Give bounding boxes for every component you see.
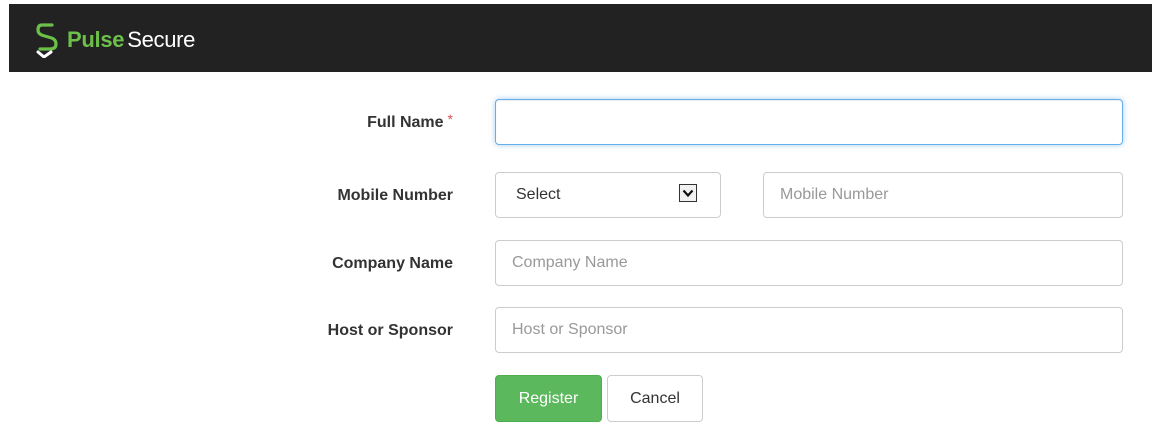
full-name-label: Full Name *: [367, 111, 453, 131]
brand-pulse-text: Pulse: [67, 27, 125, 52]
mobile-number-label: Mobile Number: [337, 187, 453, 204]
company-name-label: Company Name: [332, 255, 453, 272]
pulse-secure-logo: Pulse Secure: [35, 22, 195, 58]
host-or-sponsor-input[interactable]: [495, 307, 1123, 353]
host-or-sponsor-label: Host or Sponsor: [327, 322, 453, 339]
mobile-number-input[interactable]: [763, 172, 1123, 218]
required-marker: *: [447, 111, 453, 127]
register-button[interactable]: Register: [495, 375, 602, 422]
pulse-secure-logo-icon: [36, 23, 58, 58]
company-name-input[interactable]: [495, 240, 1123, 286]
header-bar: Pulse Secure: [9, 4, 1152, 72]
cancel-button[interactable]: Cancel: [607, 375, 703, 422]
country-code-select[interactable]: Select: [495, 172, 721, 218]
chevron-down-icon[interactable]: [679, 184, 697, 202]
country-code-select-value: Select: [516, 186, 561, 203]
brand-secure-text: Secure: [127, 27, 196, 52]
full-name-input[interactable]: [495, 99, 1123, 145]
